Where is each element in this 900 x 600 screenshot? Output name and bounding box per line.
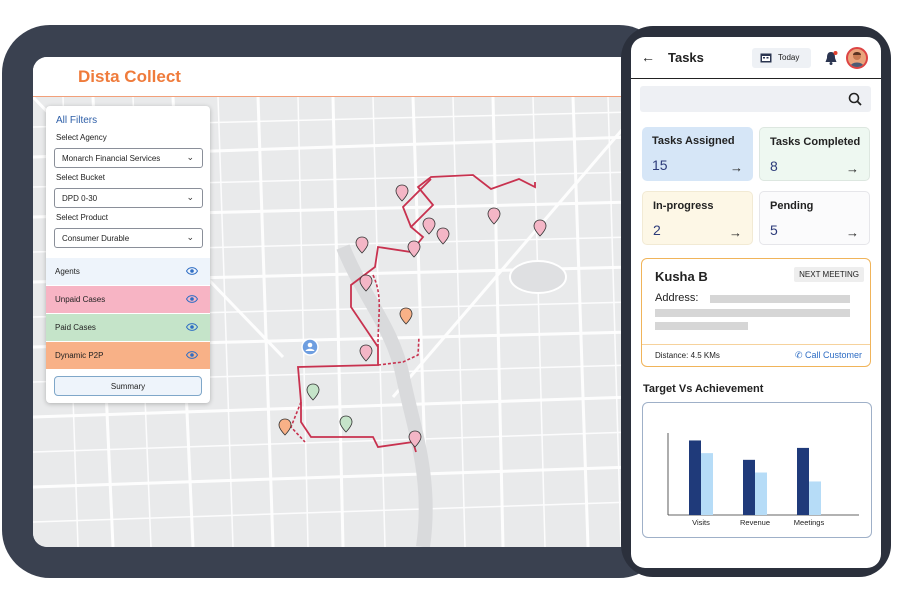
x-tick-label: Meetings — [794, 518, 825, 527]
search-input[interactable] — [640, 86, 871, 112]
agency-select[interactable]: Monarch Financial Services ⌄ — [54, 148, 203, 168]
product-label: Select Product — [56, 213, 109, 222]
search-icon[interactable] — [848, 92, 862, 106]
next-meeting-card[interactable]: Kusha B NEXT MEETING Address: Distance: … — [641, 258, 871, 367]
all-filters-link[interactable]: All Filters — [56, 115, 97, 126]
call-customer-button[interactable]: ✆ Call Customer — [795, 350, 862, 361]
bucket-select[interactable]: DPD 0-30 ⌄ — [54, 188, 203, 208]
bucket-label: Select Bucket — [56, 173, 105, 182]
bar-meetings-series-2 — [809, 481, 821, 515]
app-header: Dista Collect — [33, 57, 633, 97]
address-label: Address: — [655, 292, 699, 304]
chart-title: Target Vs Achievement — [643, 383, 764, 395]
eye-icon[interactable] — [186, 350, 198, 360]
address-placeholder-bar — [710, 295, 850, 303]
bell-icon[interactable] — [824, 50, 838, 66]
card-title: Pending — [770, 200, 814, 212]
layer-label: Agents — [55, 267, 80, 276]
calendar-icon — [760, 53, 772, 63]
card-value: 5 — [770, 222, 778, 238]
address-placeholder-bar — [655, 322, 748, 330]
page-title: Tasks — [668, 50, 704, 65]
summary-button[interactable]: Summary — [54, 376, 202, 396]
chevron-down-icon: ⌄ — [186, 152, 194, 162]
product-select[interactable]: Consumer Durable ⌄ — [54, 228, 203, 248]
bar-revenue-series-1 — [743, 459, 755, 515]
layer-agents[interactable]: Agents — [46, 258, 210, 285]
agent-location-icon[interactable] — [301, 338, 319, 356]
today-label: Today — [778, 53, 800, 62]
x-tick-label: Visits — [692, 518, 710, 527]
card-title: Tasks Completed — [770, 136, 861, 148]
brand-logo: Dista Collect — [78, 67, 181, 86]
arrow-right-icon[interactable]: → — [846, 161, 859, 176]
filters-panel: All Filters Select Agency Monarch Financ… — [46, 106, 210, 403]
avatar[interactable] — [846, 47, 868, 69]
eye-icon[interactable] — [186, 322, 198, 332]
address-placeholder-bar — [655, 309, 850, 317]
layer-label: Paid Cases — [55, 323, 96, 332]
chevron-down-icon: ⌄ — [186, 192, 194, 202]
call-customer-label: Call Customer — [804, 350, 862, 360]
product-value: Consumer Durable — [62, 234, 130, 243]
eye-icon[interactable] — [186, 266, 198, 276]
phone-icon: ✆ — [794, 350, 805, 360]
bucket-value: DPD 0-30 — [62, 194, 98, 203]
chart-canvas: Visits Revenue Meetings — [667, 433, 859, 527]
eye-icon[interactable] — [186, 294, 198, 304]
agency-value: Monarch Financial Services — [62, 154, 161, 163]
arrow-right-icon[interactable]: → — [846, 225, 859, 240]
card-value: 8 — [770, 158, 778, 174]
phone-screen: ← Tasks Today Tasks Assigned 15 → Tasks … — [631, 37, 881, 568]
layer-label: Dynamic P2P — [55, 351, 104, 360]
arrow-right-icon[interactable]: → — [730, 160, 743, 175]
card-value: 2 — [653, 222, 661, 238]
distance-text: Distance: 4.5 KMs — [655, 351, 720, 360]
target-vs-achievement-chart: Visits Revenue Meetings — [642, 402, 872, 538]
layer-label: Unpaid Cases — [55, 295, 106, 304]
bar-visits-series-1 — [689, 440, 701, 515]
chevron-down-icon: ⌄ — [186, 232, 194, 242]
pending-card[interactable]: Pending 5 → — [759, 191, 870, 245]
agency-label: Select Agency — [56, 133, 107, 142]
x-tick-label: Revenue — [740, 518, 770, 527]
card-divider — [642, 344, 870, 345]
arrow-right-icon[interactable]: → — [729, 225, 742, 240]
bar-meetings-series-1 — [797, 447, 809, 515]
customer-name: Kusha B — [655, 269, 708, 284]
bar-visits-series-2 — [701, 453, 713, 515]
header-divider — [631, 78, 881, 79]
tasks-assigned-card[interactable]: Tasks Assigned 15 → — [642, 127, 753, 181]
bar-revenue-series-2 — [755, 472, 767, 515]
layer-unpaid-cases[interactable]: Unpaid Cases — [46, 286, 210, 313]
next-meeting-badge: NEXT MEETING — [794, 267, 864, 282]
card-title: In-progress — [653, 200, 714, 212]
card-value: 15 — [652, 157, 668, 173]
card-title: Tasks Assigned — [652, 135, 735, 147]
today-button[interactable]: Today — [752, 48, 811, 68]
back-arrow-icon[interactable]: ← — [641, 49, 655, 65]
layer-paid-cases[interactable]: Paid Cases — [46, 314, 210, 341]
layer-dynamic-p2p[interactable]: Dynamic P2P — [46, 342, 210, 369]
in-progress-card[interactable]: In-progress 2 → — [642, 191, 753, 245]
tasks-completed-card[interactable]: Tasks Completed 8 → — [759, 127, 870, 181]
